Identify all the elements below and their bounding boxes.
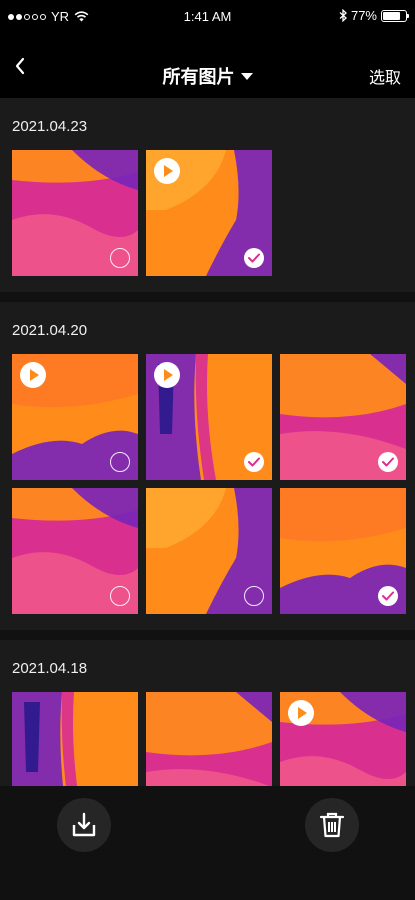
date-section: 2021.04.23 <box>0 98 415 292</box>
select-button[interactable]: 选取 <box>369 64 401 88</box>
photo-thumbnail[interactable] <box>280 488 406 614</box>
bottom-action-bar <box>0 786 415 900</box>
thumbnail-grid <box>12 354 415 614</box>
thumbnail-grid <box>12 150 415 276</box>
battery-fill <box>383 11 400 20</box>
section-date: 2021.04.18 <box>12 660 88 677</box>
date-section: 2021.04.18 <box>0 640 415 798</box>
trash-icon <box>319 812 345 838</box>
select-circle-icon[interactable] <box>110 248 130 268</box>
video-thumbnail[interactable] <box>146 150 272 276</box>
thumbnail-grid <box>12 692 415 798</box>
battery-percent: 77% <box>350 8 377 23</box>
select-circle-icon[interactable] <box>110 452 130 472</box>
checkmark-icon[interactable] <box>244 452 264 472</box>
thermal-image <box>146 692 272 798</box>
section-date: 2021.04.23 <box>12 118 88 135</box>
play-icon <box>20 362 46 388</box>
page-title: 所有图片 <box>162 67 235 87</box>
gallery-list[interactable]: 2021.04.23 2021.04.20 2021.04.18 <box>0 98 415 798</box>
download-button[interactable] <box>57 798 111 852</box>
play-icon <box>288 700 314 726</box>
checkmark-icon[interactable] <box>378 452 398 472</box>
status-right: 77% <box>339 8 409 23</box>
photo-thumbnail[interactable] <box>12 150 138 276</box>
album-selector[interactable]: 所有图片 <box>0 63 415 89</box>
photo-thumbnail[interactable] <box>146 692 272 798</box>
photo-thumbnail[interactable] <box>280 354 406 480</box>
thermal-image <box>12 692 138 798</box>
checkmark-icon[interactable] <box>378 586 398 606</box>
photo-thumbnail[interactable] <box>12 488 138 614</box>
photo-thumbnail[interactable] <box>12 692 138 798</box>
battery-icon <box>381 9 409 22</box>
select-circle-icon[interactable] <box>244 586 264 606</box>
select-circle-icon[interactable] <box>110 586 130 606</box>
dropdown-caret-icon <box>240 73 253 80</box>
play-icon <box>154 362 180 388</box>
delete-button[interactable] <box>305 798 359 852</box>
bluetooth-icon <box>339 9 347 22</box>
play-icon <box>154 158 180 184</box>
video-thumbnail[interactable] <box>280 692 406 798</box>
nav-bar: 所有图片 选取 <box>0 34 415 98</box>
photo-thumbnail[interactable] <box>146 488 272 614</box>
section-date: 2021.04.20 <box>12 322 88 339</box>
checkmark-icon[interactable] <box>244 248 264 268</box>
download-icon <box>72 812 96 837</box>
status-bar: YR 1:41 AM 77% <box>0 0 415 34</box>
video-thumbnail[interactable] <box>146 354 272 480</box>
date-section: 2021.04.20 <box>0 302 415 630</box>
video-thumbnail[interactable] <box>12 354 138 480</box>
